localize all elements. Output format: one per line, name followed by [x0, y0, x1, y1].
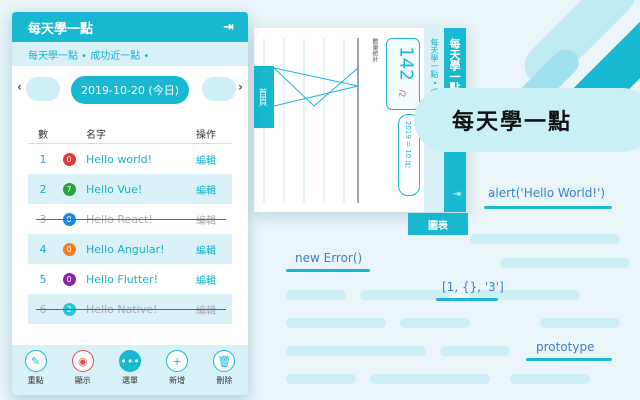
month-label: 2019 = 10 月	[404, 121, 412, 168]
toolbar-label: 刪除	[216, 376, 233, 385]
app-title: 每天學一點	[28, 21, 94, 37]
table-row[interactable]: 5 0 Hello Flutter! 編輯	[28, 264, 232, 294]
code-underline	[436, 298, 498, 301]
row-name[interactable]: Hello Angular!	[80, 243, 196, 256]
code-underline	[526, 358, 612, 361]
title-banner: 每天學一點	[414, 88, 640, 152]
toolbar-label: 新增	[169, 376, 186, 385]
toolbar-delete-button[interactable]: 🗑 刪除	[204, 350, 244, 386]
table-row[interactable]: 1 0 Hello world! 編輯	[28, 144, 232, 174]
app-subtitle: 每天學一點 • 成功近一點 •	[28, 50, 150, 62]
toolbar-label: 選單	[121, 376, 138, 385]
table-row[interactable]: 2 7 Hello Vue! 編輯	[28, 174, 232, 204]
eye-icon: ◉	[71, 350, 94, 372]
logout-icon[interactable]: ⇥	[223, 20, 234, 35]
count-total: /2	[397, 89, 407, 98]
edit-link[interactable]: 編輯	[196, 152, 232, 167]
edit-link[interactable]: 編輯	[196, 242, 232, 257]
code-underline	[484, 206, 612, 209]
row-name[interactable]: Hello Native!	[80, 303, 196, 316]
row-index: 6	[39, 302, 47, 316]
code-snippet-array: [1, {}, '3']	[442, 280, 504, 294]
header-num: 數	[38, 130, 48, 141]
current-date-pill[interactable]: 2019-10-20 (今日)	[71, 76, 189, 104]
home-tab[interactable]: 首頁	[254, 66, 274, 128]
code-line	[500, 258, 630, 268]
count-badge: 0	[62, 272, 76, 286]
chart-label: 數量統計	[371, 38, 378, 62]
code-line	[286, 346, 426, 356]
row-index: 5	[39, 272, 47, 286]
code-line	[510, 374, 590, 384]
trash-icon: 🗑	[213, 350, 236, 372]
next-date-button[interactable]: ›	[238, 80, 243, 94]
screen2-title: 每天學一點	[448, 38, 461, 93]
prev-date-button[interactable]: ‹	[17, 80, 22, 94]
code-line	[286, 290, 346, 300]
edit-link[interactable]: 編輯	[196, 302, 232, 317]
code-line	[286, 318, 386, 328]
date-navigator: ‹ 2019-10-20 (今日) ›	[12, 66, 248, 110]
code-snippet-prototype: prototype	[536, 340, 595, 354]
code-line	[540, 318, 620, 328]
plus-icon: +	[166, 350, 189, 372]
code-line	[286, 374, 356, 384]
row-name[interactable]: Hello world!	[80, 153, 196, 166]
edit-link[interactable]: 編輯	[196, 272, 232, 287]
code-line	[440, 346, 510, 356]
banner-title: 每天學一點	[452, 110, 573, 135]
more-icon: •••	[118, 350, 141, 372]
prev-date-pill[interactable]	[26, 77, 60, 101]
row-index: 3	[39, 212, 47, 226]
phone-screen: 每天學一點 ⇥ 每天學一點 • 成功近一點 • ‹ 2019-10-20 (今日…	[12, 12, 248, 395]
row-name[interactable]: Hello React!	[80, 213, 196, 226]
header-name: 名字	[86, 130, 106, 141]
count-badge: 2	[62, 302, 76, 316]
toolbar-add-button[interactable]: + 新增	[157, 350, 197, 386]
toolbar-menu-button[interactable]: ••• 選單	[110, 350, 150, 386]
toolbar-label: 重點	[27, 376, 44, 385]
count-badge: 0	[62, 212, 76, 226]
table-header: 數 名字 操作	[28, 124, 232, 144]
code-snippet-alert: alert('Hello World!')	[488, 186, 606, 200]
next-date-pill[interactable]	[202, 77, 236, 101]
row-index: 1	[39, 152, 47, 166]
edit-link[interactable]: 編輯	[196, 212, 232, 227]
toolbar-label: 顯示	[74, 376, 91, 385]
code-line	[370, 374, 490, 384]
count-badge: 0	[62, 152, 76, 166]
table-row[interactable]: 3 0 Hello React! 編輯	[28, 204, 232, 234]
row-name[interactable]: Hello Flutter!	[80, 273, 196, 286]
code-line	[470, 234, 620, 244]
count-value: 142	[395, 46, 417, 81]
app-header: 每天學一點 ⇥	[12, 12, 248, 42]
row-index: 4	[39, 242, 47, 256]
count-badge: 0	[62, 242, 76, 256]
count-card: 142 /2	[386, 38, 420, 110]
table-row[interactable]: 4 0 Hello Angular! 編輯	[28, 234, 232, 264]
logout-icon[interactable]: ⇥	[453, 189, 461, 200]
code-snippet-error: new Error()	[295, 251, 363, 265]
code-line	[400, 318, 470, 328]
toolbar-show-button[interactable]: ◉ 顯示	[63, 350, 103, 386]
count-badge: 7	[62, 182, 76, 196]
header-op: 操作	[196, 130, 216, 141]
pencil-icon: ✎	[24, 350, 47, 372]
chart-tab[interactable]: 圖表	[408, 213, 468, 235]
table-row[interactable]: 6 2 Hello Native! 編輯	[28, 294, 232, 324]
toolbar-highlight-button[interactable]: ✎ 重點	[16, 350, 56, 386]
bottom-toolbar: ✎ 重點 ◉ 顯示 ••• 選單 + 新增 🗑 刪除	[12, 345, 248, 395]
subtitle-bar: 每天學一點 • 成功近一點 •	[12, 42, 248, 66]
row-name[interactable]: Hello Vue!	[80, 183, 196, 196]
home-tab-label: 首頁	[256, 88, 267, 106]
edit-link[interactable]: 編輯	[196, 182, 232, 197]
task-table: 數 名字 操作 1 0 Hello world! 編輯 2 7 Hello Vue! 編輯 3 0…	[28, 124, 232, 324]
code-underline	[286, 269, 370, 272]
row-index: 2	[39, 182, 47, 196]
